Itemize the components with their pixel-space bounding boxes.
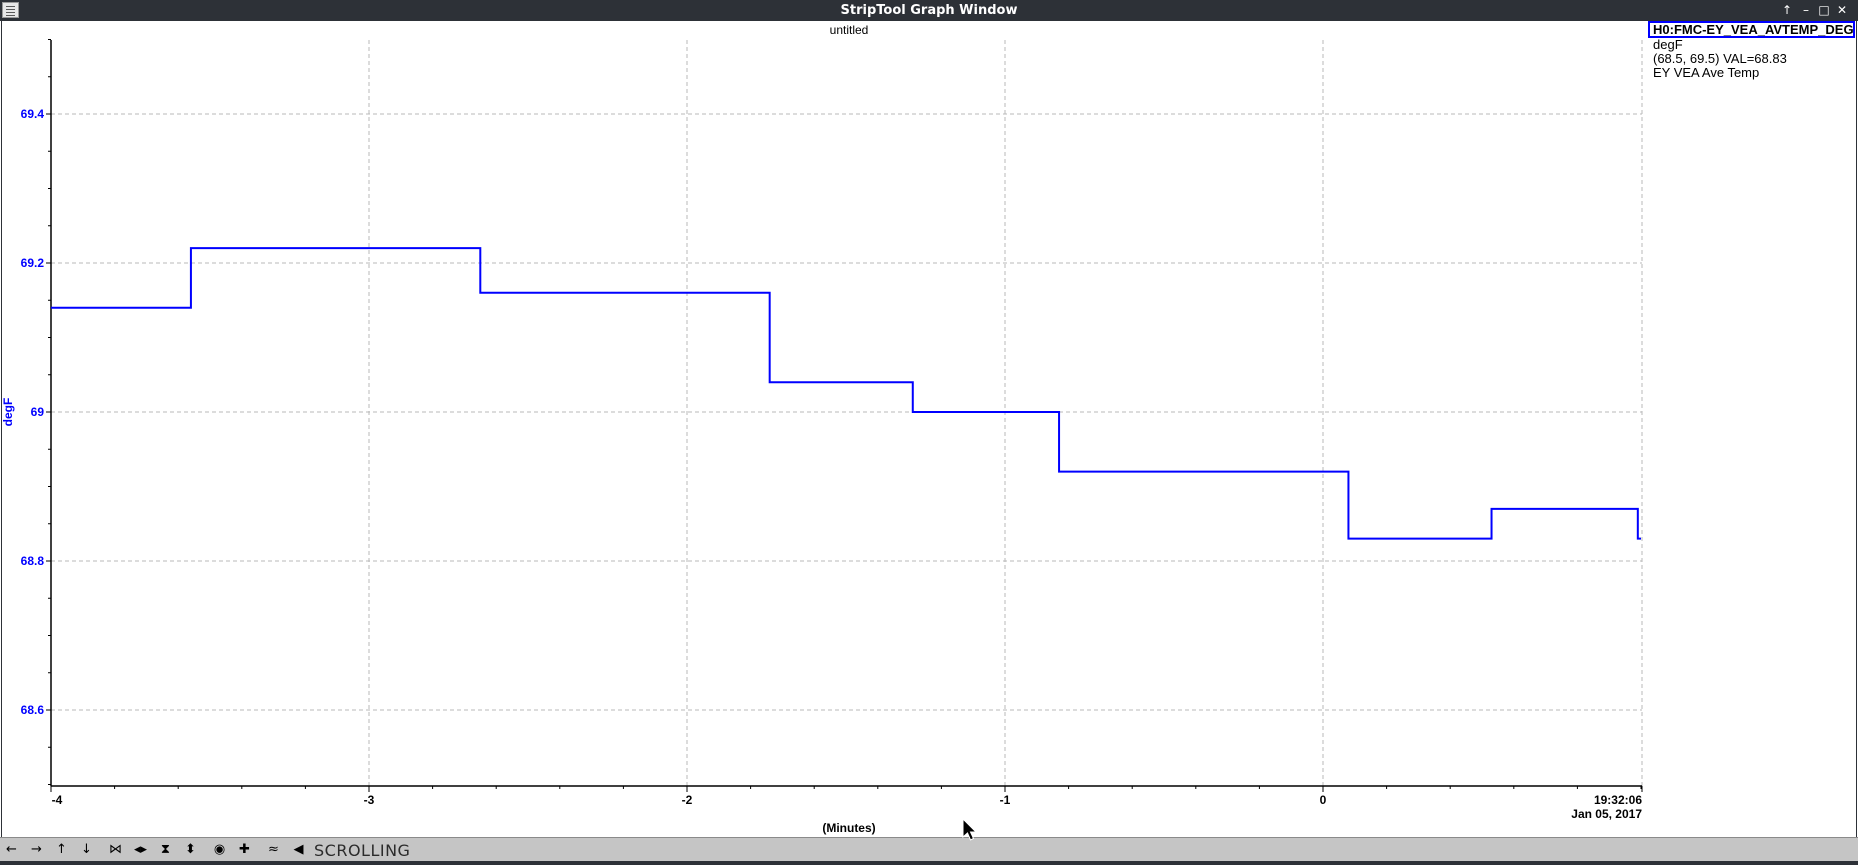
window-bottom-border xyxy=(0,861,1858,865)
y-tick-label: 68.6 xyxy=(21,703,45,717)
legend-signal-name[interactable]: H0:FMC-EY_VEA_AVTEMP_DEGF xyxy=(1648,21,1855,38)
series-trace xyxy=(51,247,1641,540)
legend[interactable]: H0:FMC-EY_VEA_AVTEMP_DEGF degF (68.5, 69… xyxy=(1648,21,1855,80)
grid-lines xyxy=(51,40,1643,786)
x-tick-label: -3 xyxy=(364,793,375,807)
x-tick-label: 0 xyxy=(1320,793,1327,807)
legend-units: degF xyxy=(1653,37,1683,52)
y-tick-label: 69.2 xyxy=(21,256,45,270)
trace-layer xyxy=(51,247,1641,540)
autoscale-button[interactable]: ≈ xyxy=(264,841,283,859)
y-axis-label: degF xyxy=(1,398,15,427)
x-tick-label: -4 xyxy=(52,793,63,807)
zoom-out-x-button[interactable]: ◂▸ xyxy=(131,841,150,859)
pan-up-button[interactable]: ↑ xyxy=(52,841,71,859)
pan-down-button[interactable]: ↓ xyxy=(77,841,96,859)
legend-description: EY VEA Ave Temp xyxy=(1653,65,1760,80)
zoom-in-x-button[interactable]: ⋈ xyxy=(106,841,125,859)
strip-chart[interactable]: degF (Minutes) 19:32:06 Jan 05, 2017 68.… xyxy=(0,0,1858,865)
time-label: 19:32:06 xyxy=(1594,793,1642,807)
x-tick-label: -2 xyxy=(682,793,693,807)
zoom-in-y-button[interactable]: ⧗ xyxy=(156,841,175,859)
mouse-pointer-icon xyxy=(962,818,978,841)
y-tick-label: 68.8 xyxy=(21,554,45,568)
mode-label: SCROLLING xyxy=(314,841,411,860)
y-tick-label: 69.4 xyxy=(21,107,45,121)
x-axis-label: (Minutes) xyxy=(822,821,875,835)
legend-range-value: (68.5, 69.5) VAL=68.83 xyxy=(1653,51,1787,66)
toolbar: ← → ↑ ↓ ⋈ ◂▸ ⧗ ⬍ ◉ ✚ ≈ ◀ SCROLLING xyxy=(0,837,1858,861)
y-tick-label: 69 xyxy=(31,405,45,419)
zoom-out-y-button[interactable]: ⬍ xyxy=(181,841,200,859)
axis-labels: degF (Minutes) 19:32:06 Jan 05, 2017 68.… xyxy=(1,107,1642,835)
reset-button[interactable]: ◉ xyxy=(210,841,229,859)
scroll-toggle-button[interactable]: ◀ xyxy=(289,841,308,859)
x-tick-label: -1 xyxy=(1000,793,1011,807)
pan-right-button[interactable]: → xyxy=(27,841,46,859)
axes xyxy=(46,39,1643,792)
pan-left-button[interactable]: ← xyxy=(2,841,21,859)
date-label: Jan 05, 2017 xyxy=(1571,807,1642,821)
add-button[interactable]: ✚ xyxy=(235,841,254,859)
